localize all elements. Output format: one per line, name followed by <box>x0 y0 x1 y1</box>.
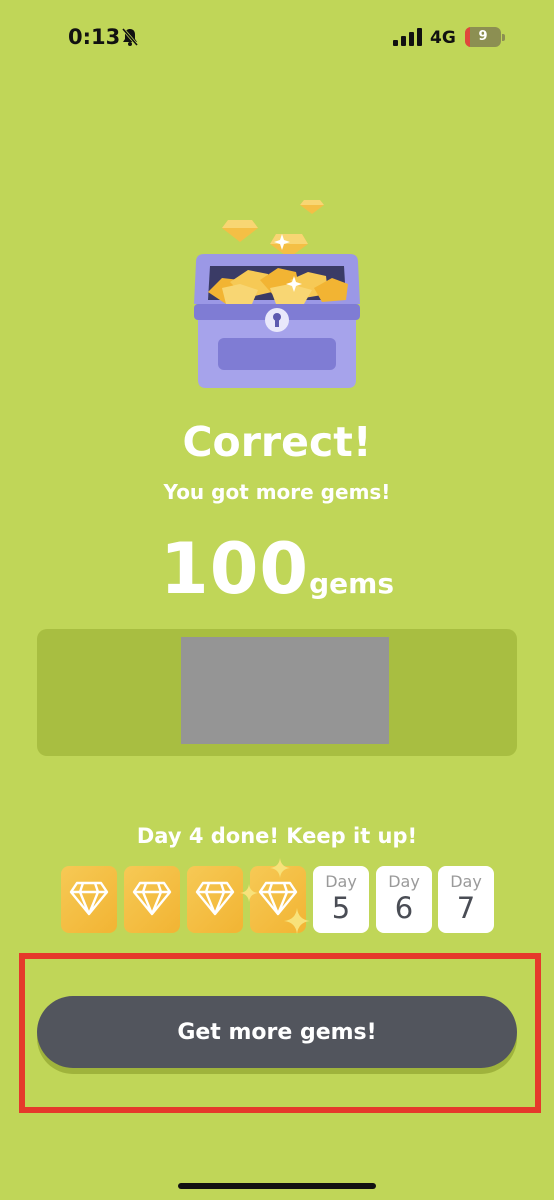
day-label: Day <box>388 872 420 891</box>
treasure-chest-icon <box>194 200 360 388</box>
floating-gem-icon <box>300 200 324 214</box>
status-time: 0:13 <box>68 25 121 49</box>
diamond-icon <box>195 881 235 916</box>
ad-placeholder-image <box>181 637 389 744</box>
gems-unit: gems <box>309 567 394 600</box>
battery-level: 9 <box>478 29 488 44</box>
result-title: Correct! <box>182 418 372 466</box>
bell-slash-icon <box>121 28 139 46</box>
status-bar: 0:13 4G 9 <box>0 0 554 76</box>
day-label: Day <box>450 872 482 891</box>
signal-icon <box>393 28 422 46</box>
day-number: 7 <box>456 891 476 925</box>
diamond-icon <box>69 881 109 916</box>
gems-reward: 100gems <box>0 528 554 610</box>
diamond-icon <box>132 881 172 916</box>
battery-charging-icon: 9 <box>465 27 501 47</box>
streak-day-3 <box>187 866 243 933</box>
result-subtitle: You got more gems! <box>163 480 391 504</box>
streak-message: Day 4 done! Keep it up! <box>136 824 418 848</box>
ad-banner <box>37 629 517 756</box>
sparkle-icon <box>240 884 258 902</box>
streak-day-2 <box>124 866 180 933</box>
streak-day-7: Day 7 <box>438 866 494 933</box>
day-number: 6 <box>394 891 414 925</box>
sparkle-icon <box>284 908 310 934</box>
home-indicator[interactable] <box>178 1183 376 1189</box>
sparkle-icon <box>270 858 290 878</box>
get-more-gems-button[interactable]: Get more gems! <box>37 996 517 1068</box>
streak-day-6: Day 6 <box>376 866 432 933</box>
battery-cap <box>502 34 505 41</box>
day-number: 5 <box>331 891 351 925</box>
floating-gem-icon <box>222 220 258 242</box>
streak-day-5: Day 5 <box>313 866 369 933</box>
gems-amount: 100 <box>160 528 310 610</box>
network-type: 4G <box>430 28 456 48</box>
day-label: Day <box>325 872 357 891</box>
streak-day-1 <box>61 866 117 933</box>
